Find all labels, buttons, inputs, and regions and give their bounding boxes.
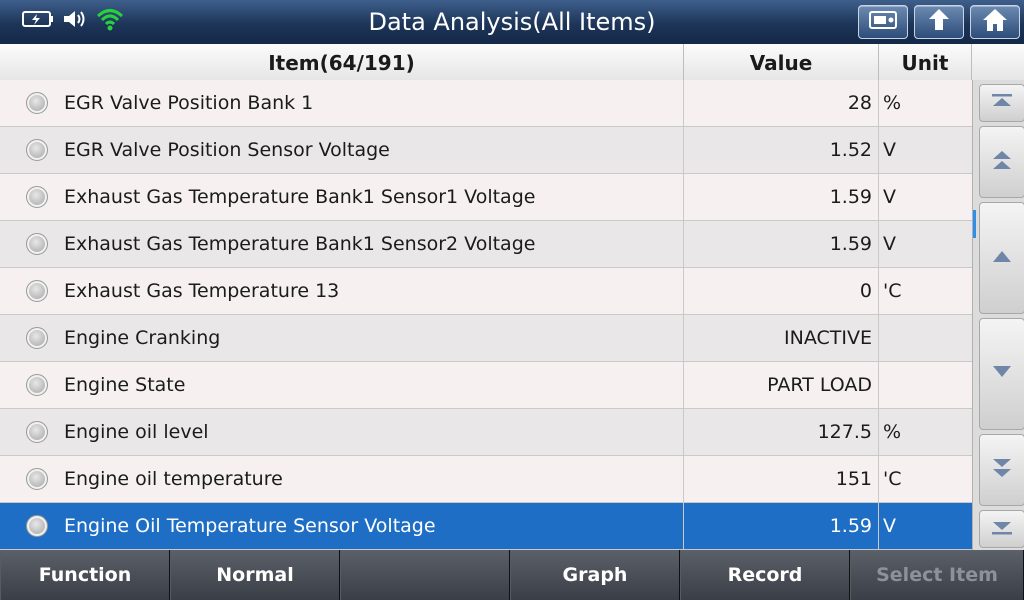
page-down-button[interactable] [979,434,1024,506]
radio-button[interactable] [26,139,48,161]
table-row[interactable]: Engine oil level 127.5 % [0,409,972,456]
item-name: Engine oil temperature [64,468,283,490]
unit-cell: 'C [883,468,902,490]
item-cell: Engine oil level [0,409,684,455]
unit-cell: 'C [883,280,902,302]
item-cell: Engine Cranking [0,315,684,361]
empty-button[interactable] [340,550,510,600]
value-cell: 0 [684,268,879,314]
line-up-button[interactable] [979,202,1024,314]
scroll-bottom-icon [990,518,1014,540]
radio-button[interactable] [26,515,48,537]
table-row[interactable]: Engine oil temperature 151 'C [0,456,972,503]
unit-cell: V [883,515,896,537]
table-row[interactable]: Exhaust Gas Temperature Bank1 Sensor1 Vo… [0,174,972,221]
value-cell: PART LOAD [684,362,879,408]
home-button[interactable] [970,5,1020,39]
radio-button[interactable] [26,280,48,302]
screenshot-button[interactable] [858,5,908,39]
screenshot-icon [868,9,898,35]
unit-cell [879,362,972,408]
header-value[interactable]: Value [684,44,879,80]
scroll-position-indicator [973,210,976,238]
radio-button[interactable] [26,92,48,114]
function-button[interactable]: Function [0,550,170,600]
table-row[interactable]: EGR Valve Position Sensor Voltage 1.52 V [0,127,972,174]
page-up-button[interactable] [979,126,1024,198]
select-item-button[interactable]: Select Item [850,550,1024,600]
table-header: Item(64/191) Value Unit [0,44,1024,81]
table-row[interactable]: Exhaust Gas Temperature 13 0 'C [0,268,972,315]
unit-cell: V [883,233,896,255]
item-name: Exhaust Gas Temperature Bank1 Sensor1 Vo… [64,186,536,208]
page-down-icon [990,455,1014,485]
item-cell: Exhaust Gas Temperature 13 [0,268,684,314]
scroll-top-button[interactable] [979,84,1024,122]
scroll-bottom-button[interactable] [979,510,1024,548]
value-cell: INACTIVE [684,315,879,361]
line-up-icon [990,247,1014,269]
item-cell: EGR Valve Position Sensor Voltage [0,127,684,173]
table-body: EGR Valve Position Bank 1 28 % EGR Valve… [0,80,972,550]
table-row[interactable]: Exhaust Gas Temperature Bank1 Sensor2 Vo… [0,221,972,268]
unit-cell: V [883,186,896,208]
footer-toolbar: Function Normal Graph Record Select Item [0,550,1024,600]
header-blank [972,44,1024,80]
radio-button[interactable] [26,186,48,208]
data-table: Item(64/191) Value Unit EGR Valve Positi… [0,44,1024,550]
item-cell: Engine State [0,362,684,408]
item-name: Engine Oil Temperature Sensor Voltage [64,515,436,537]
item-cell: Exhaust Gas Temperature Bank1 Sensor2 Vo… [0,221,684,267]
value-cell: 1.59 [684,503,879,549]
item-name: Engine State [64,374,186,396]
item-name: Exhaust Gas Temperature 13 [64,280,340,302]
title-bar: Data Analysis(All Items) [0,0,1024,44]
radio-button[interactable] [26,233,48,255]
item-name: EGR Valve Position Sensor Voltage [64,139,390,161]
radio-button[interactable] [26,327,48,349]
value-cell: 127.5 [684,409,879,455]
radio-button[interactable] [26,374,48,396]
home-icon [981,7,1009,37]
item-name: Engine oil level [64,421,209,443]
unit-cell [879,315,972,361]
normal-button[interactable]: Normal [170,550,340,600]
page-up-icon [990,147,1014,177]
value-cell: 1.59 [684,174,879,220]
item-name: Exhaust Gas Temperature Bank1 Sensor2 Vo… [64,233,536,255]
value-cell: 28 [684,80,879,126]
graph-button[interactable]: Graph [510,550,680,600]
value-cell: 1.52 [684,127,879,173]
back-button[interactable] [914,5,964,39]
table-row-selected[interactable]: Engine Oil Temperature Sensor Voltage 1.… [0,503,972,550]
radio-button[interactable] [26,468,48,490]
header-unit[interactable]: Unit [879,44,972,80]
line-down-button[interactable] [979,318,1024,430]
item-cell: Engine oil temperature [0,456,684,502]
unit-cell: % [883,92,902,114]
item-name: EGR Valve Position Bank 1 [64,92,314,114]
value-cell: 1.59 [684,221,879,267]
table-row[interactable]: Engine State PART LOAD [0,362,972,409]
back-icon [925,7,953,37]
radio-button[interactable] [26,421,48,443]
scrollbar[interactable] [972,80,1024,550]
unit-cell: V [883,139,896,161]
item-cell: Engine Oil Temperature Sensor Voltage [0,503,684,549]
item-cell: EGR Valve Position Bank 1 [0,80,684,126]
header-item[interactable]: Item(64/191) [0,44,684,80]
line-down-icon [990,363,1014,385]
unit-cell: % [883,421,902,443]
item-cell: Exhaust Gas Temperature Bank1 Sensor1 Vo… [0,174,684,220]
item-name: Engine Cranking [64,327,221,349]
scroll-top-icon [990,92,1014,114]
value-cell: 151 [684,456,879,502]
table-row[interactable]: EGR Valve Position Bank 1 28 % [0,80,972,127]
record-button[interactable]: Record [680,550,850,600]
table-row[interactable]: Engine Cranking INACTIVE [0,315,972,362]
